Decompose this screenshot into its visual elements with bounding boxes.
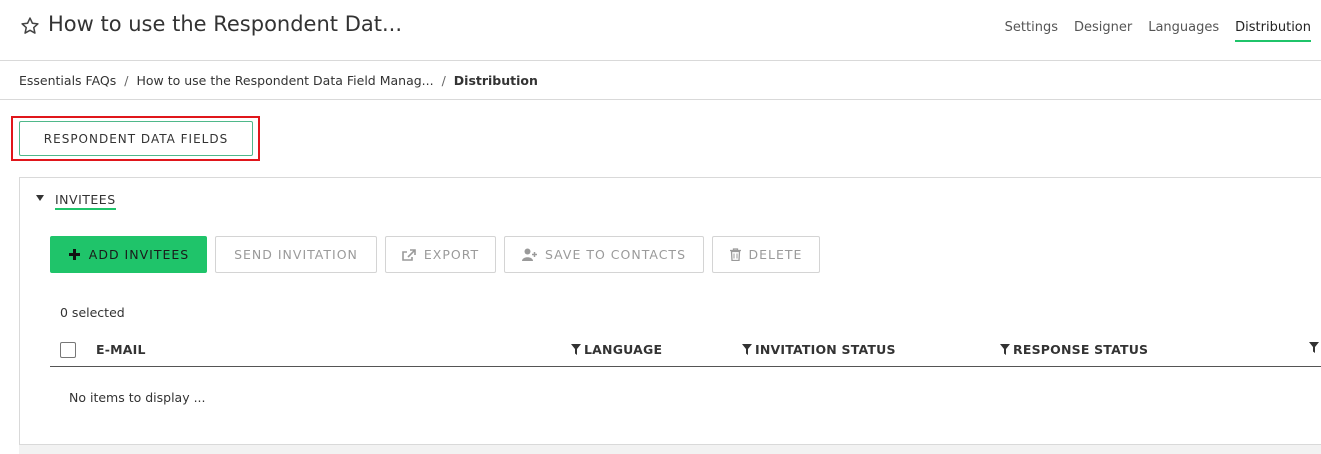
column-language-label: LANGUAGE: [584, 342, 663, 357]
breadcrumb-separator: /: [441, 73, 446, 88]
export-label: EXPORT: [423, 247, 480, 262]
page-header: How to use the Respondent Dat... Setting…: [0, 0, 1321, 61]
column-language[interactable]: LANGUAGE: [571, 342, 662, 357]
breadcrumb-item-survey[interactable]: How to use the Respondent Data Field Man…: [136, 73, 433, 88]
delete-button[interactable]: DELETE: [712, 236, 820, 273]
panel-footer: [19, 444, 1321, 454]
filter-icon[interactable]: [742, 344, 752, 355]
send-invitation-button[interactable]: SEND INVITATION: [215, 236, 377, 273]
select-all-checkbox[interactable]: [60, 342, 76, 358]
export-button[interactable]: EXPORT: [385, 236, 496, 273]
plus-icon: [68, 249, 80, 260]
filter-icon[interactable]: [1000, 344, 1010, 355]
triangle-down-icon[interactable]: [35, 193, 45, 203]
breadcrumb-divider: [0, 99, 1321, 100]
respondent-data-fields-button[interactable]: RESPONDENT DATA FIELDS: [19, 121, 253, 156]
filter-icon[interactable]: [571, 344, 581, 355]
column-email-label: E-MAIL: [96, 342, 146, 357]
send-invitation-label: SEND INVITATION: [234, 247, 358, 262]
nav-designer[interactable]: Designer: [1074, 20, 1132, 42]
save-to-contacts-button[interactable]: SAVE TO CONTACTS: [504, 236, 704, 273]
delete-label: DELETE: [748, 247, 803, 262]
export-icon: [402, 248, 416, 261]
column-response-status[interactable]: RESPONSE STATUS: [1000, 342, 1148, 357]
trash-icon: [729, 248, 741, 261]
breadcrumb-separator: /: [124, 73, 129, 88]
selected-count: 0 selected: [60, 305, 125, 320]
breadcrumb: Essentials FAQs / How to use the Respond…: [19, 73, 538, 88]
nav-languages[interactable]: Languages: [1148, 20, 1219, 42]
star-icon[interactable]: [20, 16, 40, 36]
column-response-status-label: RESPONSE STATUS: [1013, 342, 1149, 357]
nav-distribution[interactable]: Distribution: [1235, 20, 1311, 42]
column-more-filter[interactable]: [1309, 342, 1319, 353]
empty-state-text: No items to display ...: [69, 390, 206, 405]
column-invitation-status-label: INVITATION STATUS: [755, 342, 896, 357]
breadcrumb-item-current: Distribution: [453, 73, 538, 88]
filter-icon[interactable]: [1309, 342, 1319, 353]
column-invitation-status[interactable]: INVITATION STATUS: [742, 342, 896, 357]
save-to-contacts-label: SAVE TO CONTACTS: [545, 247, 686, 262]
invitees-section-title[interactable]: INVITEES: [55, 192, 116, 210]
breadcrumb-item-essentials[interactable]: Essentials FAQs: [19, 73, 116, 88]
nav-settings[interactable]: Settings: [1005, 20, 1058, 42]
column-email[interactable]: E-MAIL: [96, 342, 146, 357]
add-user-icon: [522, 248, 537, 261]
invitees-panel: [19, 177, 1321, 447]
top-nav: Settings Designer Languages Distribution: [1005, 20, 1311, 42]
add-invitees-button[interactable]: ADD INVITEES: [50, 236, 207, 273]
add-invitees-label: ADD INVITEES: [88, 247, 190, 262]
page-title: How to use the Respondent Dat...: [48, 12, 402, 36]
